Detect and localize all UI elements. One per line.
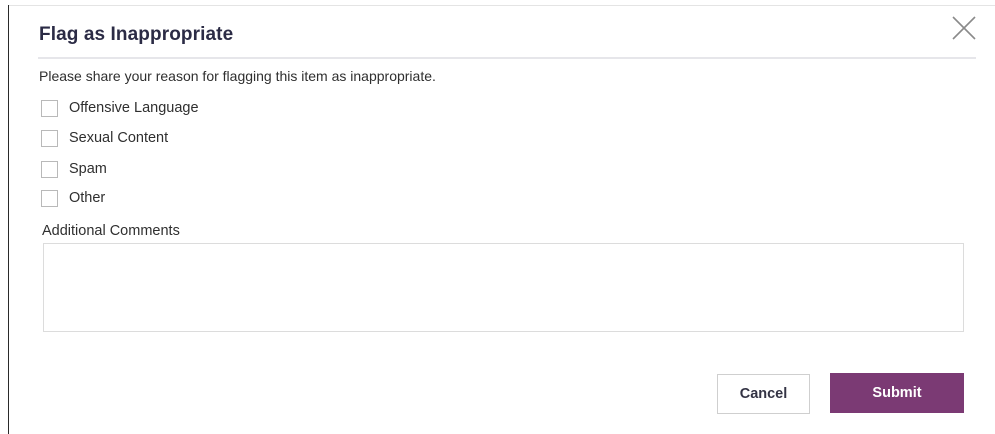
flag-dialog: Flag as Inappropriate Please share your … xyxy=(0,0,995,434)
option-label: Offensive Language xyxy=(69,100,199,116)
option-label: Sexual Content xyxy=(69,130,169,146)
checkbox-sexual-content[interactable] xyxy=(41,129,58,147)
option-other[interactable]: Other xyxy=(41,188,105,208)
flag-prompt: Please share your reason for flagging th… xyxy=(39,68,436,84)
comments-textarea[interactable] xyxy=(43,243,964,332)
dialog-title: Flag as Inappropriate xyxy=(39,24,234,45)
checkbox-other[interactable] xyxy=(41,189,58,207)
checkbox-spam[interactable] xyxy=(41,160,58,178)
option-spam[interactable]: Spam xyxy=(41,159,107,179)
option-sexual-content[interactable]: Sexual Content xyxy=(41,128,168,148)
comments-label: Additional Comments xyxy=(42,223,180,239)
checkbox-offensive-language[interactable] xyxy=(41,99,58,117)
submit-button[interactable]: Submit xyxy=(830,373,964,413)
cancel-button[interactable]: Cancel xyxy=(717,374,810,414)
option-label: Spam xyxy=(69,161,107,177)
option-offensive-language[interactable]: Offensive Language xyxy=(41,98,199,118)
title-divider xyxy=(38,57,976,59)
close-button[interactable] xyxy=(951,15,977,41)
close-icon xyxy=(952,16,976,40)
option-label: Other xyxy=(69,190,106,206)
left-border xyxy=(8,5,9,434)
top-border xyxy=(8,5,995,6)
